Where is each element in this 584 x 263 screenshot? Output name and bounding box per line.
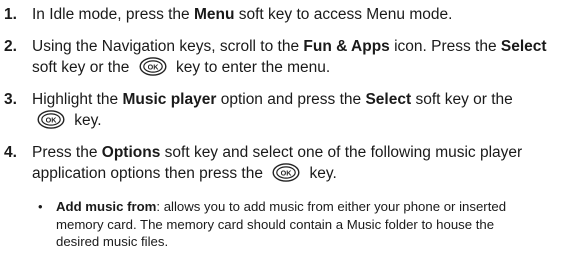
svg-text:OK: OK bbox=[281, 168, 293, 177]
text-run: soft key or the bbox=[32, 59, 134, 76]
text-run: : allows you to add music from either yo… bbox=[156, 199, 507, 214]
bullet-marker: • bbox=[38, 199, 43, 214]
text-run: memory card. The memory card should cont… bbox=[56, 216, 495, 232]
ok-key-icon: OK bbox=[138, 57, 168, 76]
text-line: Add music from: allows you to add music … bbox=[56, 198, 584, 216]
step-text: In Idle mode, press the Menu soft key to… bbox=[32, 4, 582, 25]
bold-term: Music player bbox=[122, 91, 217, 108]
svg-text:OK: OK bbox=[147, 62, 159, 71]
step-text: Press the Options soft key and select on… bbox=[32, 142, 582, 184]
text-run: desired music files. bbox=[56, 234, 169, 249]
step-2: 2. Using the Navigation keys, scroll to … bbox=[0, 36, 584, 78]
text-run: key to enter the menu. bbox=[171, 59, 331, 76]
text-line: Highlight the Music player option and pr… bbox=[32, 89, 582, 110]
bullet-text: Add music from: allows you to add music … bbox=[56, 198, 584, 251]
step-3: 3. Highlight the Music player option and… bbox=[0, 89, 584, 131]
step-number: 3. bbox=[4, 91, 17, 108]
step-4: 4. Press the Options soft key and select… bbox=[0, 142, 584, 184]
text-line: Using the Navigation keys, scroll to the… bbox=[32, 36, 582, 57]
bold-term: Menu bbox=[193, 6, 235, 23]
text-run: key. bbox=[305, 165, 337, 182]
text-line: Press the Options soft key and select on… bbox=[32, 142, 582, 163]
text-run: Press the bbox=[32, 144, 102, 161]
bullet-item: • Add music from: allows you to add musi… bbox=[32, 198, 584, 251]
text-line: memory card. The memory card should cont… bbox=[56, 216, 584, 234]
text-run: soft key and select one of the following… bbox=[160, 144, 523, 161]
step-1: 1. In Idle mode, press the Menu soft key… bbox=[0, 4, 584, 25]
step-text: Using the Navigation keys, scroll to the… bbox=[32, 36, 582, 78]
text-run: key. bbox=[70, 112, 102, 129]
text-line: In Idle mode, press the Menu soft key to… bbox=[32, 4, 582, 25]
bold-term: Select bbox=[500, 38, 547, 55]
bold-term: Select bbox=[365, 91, 412, 108]
text-run: icon. Press the bbox=[389, 38, 501, 55]
step-text: Highlight the Music player option and pr… bbox=[32, 89, 582, 131]
text-run: soft key to access Menu mode. bbox=[234, 6, 453, 23]
text-line: desired music files. bbox=[56, 233, 584, 251]
text-run: Highlight the bbox=[32, 91, 123, 108]
step-number: 2. bbox=[4, 38, 17, 55]
svg-text:OK: OK bbox=[46, 115, 58, 124]
step-number: 1. bbox=[4, 6, 17, 23]
text-run: application options then press the bbox=[32, 165, 268, 182]
bold-term: Options bbox=[101, 144, 161, 161]
ok-key-icon: OK bbox=[271, 163, 301, 182]
instruction-document: 1. In Idle mode, press the Menu soft key… bbox=[0, 0, 584, 263]
bold-term: Add music from bbox=[56, 199, 157, 214]
text-line: soft key or the OK key to enter the menu… bbox=[32, 57, 582, 78]
text-run: Using the Navigation keys, scroll to the bbox=[32, 38, 304, 55]
text-line: OK key. bbox=[32, 110, 582, 131]
bold-term: Fun & Apps bbox=[303, 38, 390, 55]
ok-key-icon: OK bbox=[36, 110, 66, 129]
text-run: option and press the bbox=[216, 91, 366, 108]
step-number: 4. bbox=[4, 144, 17, 161]
text-run: In Idle mode, press the bbox=[32, 6, 194, 23]
text-line: application options then press the OK ke… bbox=[32, 163, 582, 184]
text-run: soft key or the bbox=[411, 91, 513, 108]
